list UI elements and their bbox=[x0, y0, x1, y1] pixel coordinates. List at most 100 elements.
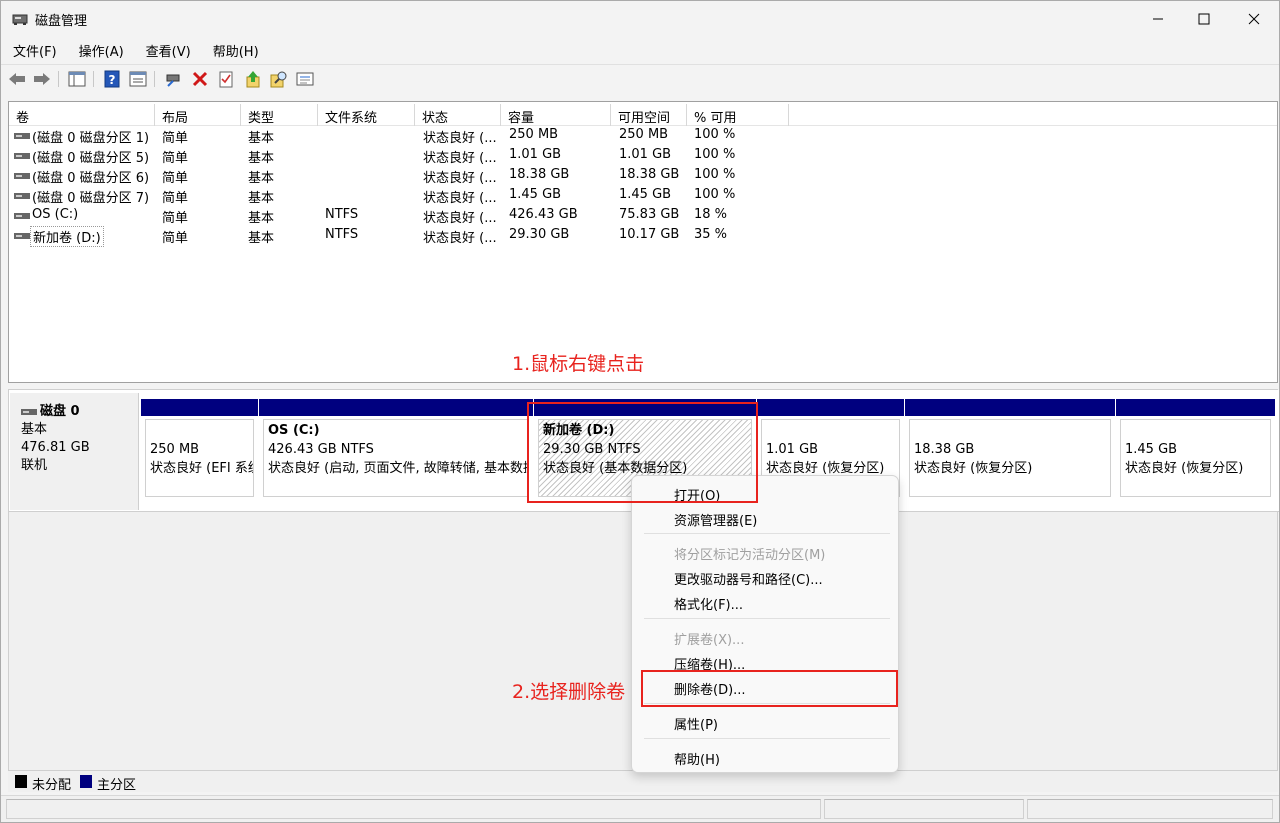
search-button[interactable] bbox=[269, 69, 289, 89]
delete-button[interactable] bbox=[190, 69, 210, 89]
annotation-step-2: 2.选择删除卷 bbox=[512, 681, 626, 703]
details-button[interactable] bbox=[295, 69, 315, 89]
console-tree-button[interactable] bbox=[67, 69, 87, 89]
volume-row[interactable]: OS (C:) 简单 基本 NTFS 状态良好 (... 426.43 GB 7… bbox=[9, 206, 1277, 226]
menu-item-help[interactable]: 帮助(H) bbox=[674, 749, 720, 768]
column-type[interactable]: 类型 bbox=[241, 104, 318, 126]
forward-icon bbox=[34, 73, 50, 85]
partition-status: 状态良好 (恢复分区) bbox=[1125, 461, 1244, 476]
menu-item-change-drive-letter[interactable]: 更改驱动器号和路径(C)... bbox=[674, 569, 823, 588]
menu-item-properties[interactable]: 属性(P) bbox=[674, 714, 718, 733]
disk-info[interactable]: 磁盘 0 基本 476.81 GB 联机 bbox=[10, 393, 139, 510]
forward-button[interactable] bbox=[32, 69, 52, 89]
column-percent-free[interactable]: % 可用 bbox=[687, 104, 789, 126]
properties-icon bbox=[129, 71, 147, 87]
primary-partition-bar bbox=[259, 399, 533, 416]
menu-item-extend-volume[interactable]: 扩展卷(X)... bbox=[674, 629, 744, 648]
partition-status: 状态良好 (启动, 页面文件, 故障转储, 基本数据分区) bbox=[268, 461, 528, 476]
column-status[interactable]: 状态 bbox=[415, 104, 501, 126]
volume-row[interactable]: (磁盘 0 磁盘分区 5) 简单 基本 状态良好 (... 1.01 GB 1.… bbox=[9, 146, 1277, 166]
menu-bar: 文件(F) 操作(A) 查看(V) 帮助(H) bbox=[1, 39, 1279, 61]
maximize-button[interactable] bbox=[1181, 1, 1227, 37]
toolbar-separator bbox=[154, 71, 155, 87]
primary-partition-bar bbox=[141, 399, 258, 416]
column-capacity[interactable]: 容量 bbox=[501, 104, 611, 126]
volume-capacity: 18.38 GB bbox=[509, 167, 570, 182]
partition-size: 426.43 GB NTFS bbox=[268, 442, 374, 457]
volume-status: 状态良好 (... bbox=[423, 131, 497, 146]
unallocated-swatch bbox=[15, 775, 27, 788]
menu-separator bbox=[644, 533, 890, 534]
annotation-highlight-delete bbox=[641, 670, 898, 707]
volume-percent-free: 100 % bbox=[694, 147, 736, 162]
checklist-icon bbox=[219, 71, 233, 88]
volume-name: (磁盘 0 磁盘分区 1) bbox=[32, 131, 150, 146]
volume-status: 状态良好 (... bbox=[423, 151, 497, 166]
maximize-icon bbox=[1198, 13, 1210, 25]
volume-icon bbox=[14, 233, 30, 239]
volume-name: (磁盘 0 磁盘分区 5) bbox=[32, 151, 150, 166]
menu-item-explorer[interactable]: 资源管理器(E) bbox=[674, 510, 757, 529]
partition-body: OS (C:) 426.43 GB NTFS 状态良好 (启动, 页面文件, 故… bbox=[263, 419, 529, 497]
upload-button[interactable] bbox=[243, 69, 263, 89]
volume-name: (磁盘 0 磁盘分区 6) bbox=[32, 171, 150, 186]
volume-type: 基本 bbox=[248, 171, 275, 186]
disk-name-line: 磁盘 0 bbox=[21, 403, 138, 421]
minimize-button[interactable] bbox=[1135, 1, 1181, 37]
volume-type: 基本 bbox=[248, 131, 275, 146]
menu-separator bbox=[644, 738, 890, 739]
connect-button[interactable] bbox=[163, 69, 183, 89]
properties-button[interactable] bbox=[128, 69, 148, 89]
volume-list[interactable]: 卷 布局 类型 文件系统 状态 容量 可用空间 % 可用 (磁盘 0 磁盘分区 … bbox=[8, 101, 1278, 383]
menu-file[interactable]: 文件(F) bbox=[1, 39, 66, 61]
volume-type: 基本 bbox=[248, 211, 275, 226]
volume-row[interactable]: 新加卷 (D:) 简单 基本 NTFS 状态良好 (... 29.30 GB 1… bbox=[9, 226, 1277, 247]
volume-capacity: 426.43 GB bbox=[509, 207, 578, 222]
volume-list-header: 卷 布局 类型 文件系统 状态 容量 可用空间 % 可用 bbox=[9, 104, 1277, 126]
volume-type: 基本 bbox=[248, 151, 275, 166]
volume-name: 新加卷 (D:) bbox=[30, 226, 104, 247]
volume-percent-free: 100 % bbox=[694, 127, 736, 142]
volume-capacity: 1.01 GB bbox=[509, 147, 562, 162]
help-button[interactable]: ? bbox=[102, 69, 122, 89]
svg-text:?: ? bbox=[109, 73, 116, 87]
partition-size: 1.01 GB bbox=[766, 442, 819, 457]
column-free-space[interactable]: 可用空间 bbox=[611, 104, 687, 126]
menu-action[interactable]: 操作(A) bbox=[66, 39, 133, 61]
volume-free-space: 1.01 GB bbox=[619, 147, 672, 162]
partition-size: 18.38 GB bbox=[914, 442, 975, 457]
volume-free-space: 75.83 GB bbox=[619, 207, 680, 222]
column-filesystem[interactable]: 文件系统 bbox=[318, 104, 415, 126]
volume-free-space: 10.17 GB bbox=[619, 227, 680, 242]
disk-type: 基本 bbox=[21, 422, 48, 437]
partition-recovery-2[interactable]: 18.38 GB 状态良好 (恢复分区) bbox=[905, 399, 1115, 502]
annotation-step-1: 1.鼠标右键点击 bbox=[512, 353, 645, 375]
partition-size: 250 MB bbox=[150, 442, 200, 457]
checklist-button[interactable] bbox=[216, 69, 236, 89]
menu-item-mark-active[interactable]: 将分区标记为活动分区(M) bbox=[674, 544, 825, 563]
volume-type: 基本 bbox=[248, 231, 275, 246]
volume-row[interactable]: (磁盘 0 磁盘分区 7) 简单 基本 状态良好 (... 1.45 GB 1.… bbox=[9, 186, 1277, 206]
help-icon: ? bbox=[104, 70, 120, 88]
partition-recovery-3[interactable]: 1.45 GB 状态良好 (恢复分区) bbox=[1116, 399, 1275, 502]
back-button[interactable] bbox=[7, 69, 27, 89]
menu-help[interactable]: 帮助(H) bbox=[200, 39, 268, 61]
volume-row[interactable]: (磁盘 0 磁盘分区 1) 简单 基本 状态良好 (... 250 MB 250… bbox=[9, 126, 1277, 146]
menu-item-format[interactable]: 格式化(F)... bbox=[674, 594, 743, 613]
minimize-icon bbox=[1153, 18, 1163, 20]
volume-layout: 简单 bbox=[162, 151, 189, 166]
status-segment bbox=[6, 799, 821, 819]
volume-status: 状态良好 (... bbox=[423, 231, 497, 246]
legend-unallocated: 未分配 bbox=[32, 778, 72, 793]
partition-name: OS (C:) bbox=[268, 423, 320, 438]
menu-view[interactable]: 查看(V) bbox=[133, 39, 200, 61]
volume-free-space: 250 MB bbox=[619, 127, 669, 142]
column-layout[interactable]: 布局 bbox=[155, 104, 241, 126]
volume-row[interactable]: (磁盘 0 磁盘分区 6) 简单 基本 状态良好 (... 18.38 GB 1… bbox=[9, 166, 1277, 186]
column-volume[interactable]: 卷 bbox=[9, 104, 155, 126]
primary-partition-bar bbox=[1116, 399, 1275, 416]
partition-os-c[interactable]: OS (C:) 426.43 GB NTFS 状态良好 (启动, 页面文件, 故… bbox=[259, 399, 533, 502]
close-button[interactable] bbox=[1231, 1, 1277, 37]
partition-efi[interactable]: 250 MB 状态良好 (EFI 系统分区) bbox=[141, 399, 258, 502]
status-segment bbox=[824, 799, 1024, 819]
